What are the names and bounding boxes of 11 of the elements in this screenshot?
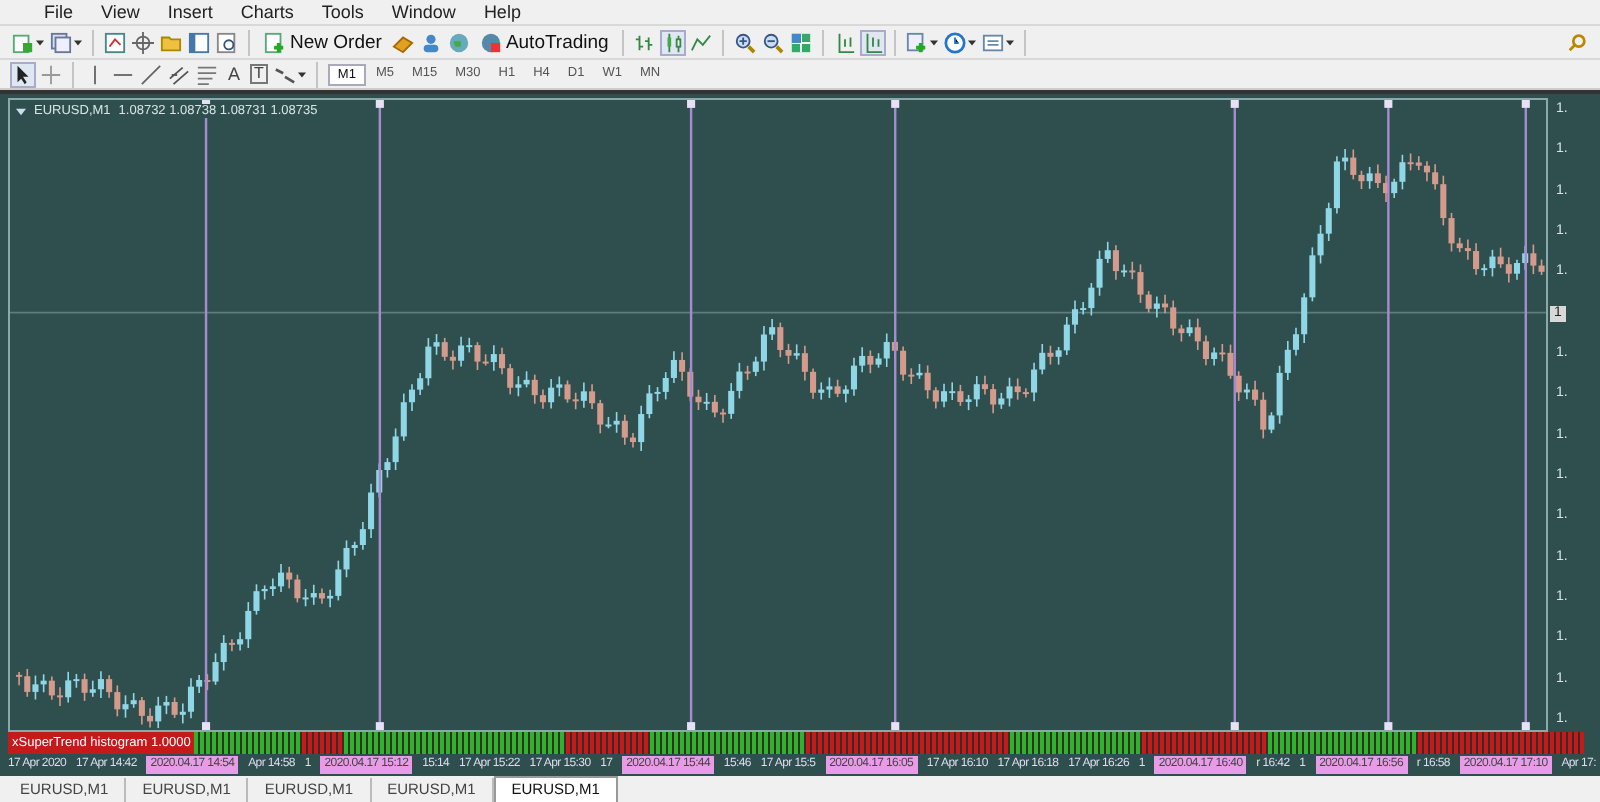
menu-item[interactable]: Help	[483, 0, 521, 24]
text-label-tool[interactable]: T	[250, 64, 268, 84]
text-tool[interactable]: A	[224, 64, 245, 84]
menu-item[interactable]: Insert	[167, 0, 213, 24]
menu-item[interactable]: Charts	[240, 0, 294, 24]
autotrading-button[interactable]: AutoTrading	[475, 27, 613, 57]
new-order-button[interactable]: New Order	[260, 27, 386, 57]
menu-item[interactable]: Tools	[321, 0, 364, 24]
menu-item[interactable]: File	[44, 0, 74, 24]
menu-item[interactable]: Window	[391, 0, 456, 24]
menu-item[interactable]: View	[101, 0, 140, 24]
